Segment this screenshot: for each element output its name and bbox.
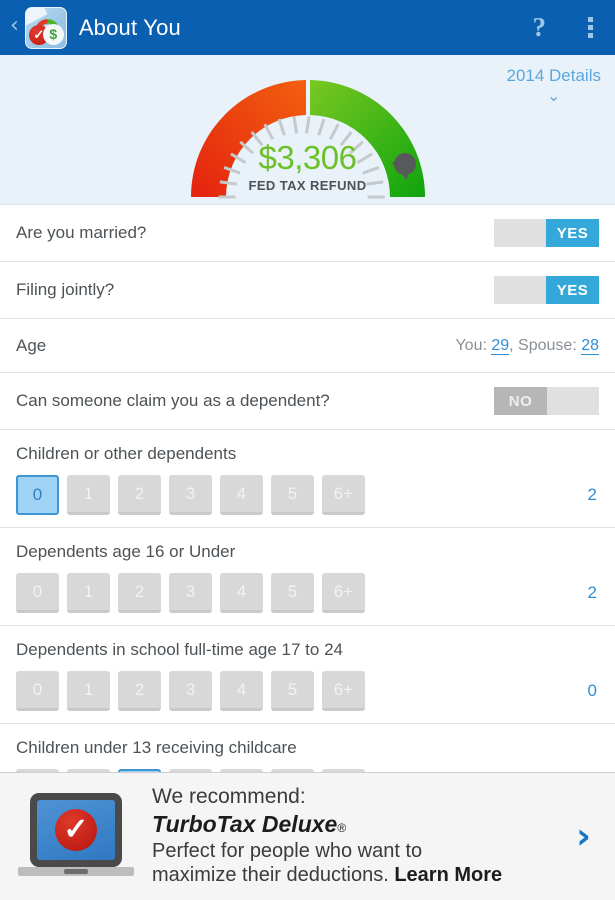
chip-group: 0 1 2 3 4 5 6+ xyxy=(16,671,365,711)
chip-option[interactable]: 1 xyxy=(67,573,110,613)
chip-option[interactable]: 4 xyxy=(220,671,263,711)
chip-option[interactable]: 4 xyxy=(220,475,263,515)
row-children-or-dependents: Children or other dependents 0 1 2 3 4 5… xyxy=(0,430,615,528)
app-bar: ‹ ✓ $ About You ? xyxy=(0,0,615,55)
chip-option[interactable]: 4 xyxy=(220,573,263,613)
chip-option[interactable]: 3 xyxy=(169,475,212,515)
promo-line-1: We recommend: xyxy=(152,785,562,810)
app-logo: ✓ $ xyxy=(25,7,67,49)
row-dependents-in-school: Dependents in school full-time age 17 to… xyxy=(0,626,615,724)
chip-group: 0 1 2 3 4 5 6+ xyxy=(16,573,365,613)
chip-option[interactable]: 1 xyxy=(67,475,110,515)
year-details-link[interactable]: 2014 Details ⌄ xyxy=(506,67,601,104)
refund-gauge-panel: 2014 Details ⌄ xyxy=(0,55,615,205)
gauge-arc xyxy=(173,67,443,207)
row-dependents-16-or-under: Dependents age 16 or Under 0 1 2 3 4 5 6… xyxy=(0,528,615,626)
chip-option[interactable]: 3 xyxy=(169,671,212,711)
laptop-with-check-icon: ✓ xyxy=(18,789,138,885)
back-icon[interactable]: ‹ xyxy=(8,15,23,40)
row-label: Filing jointly? xyxy=(16,280,114,300)
chip-option[interactable]: 0 xyxy=(16,573,59,613)
registered-mark: ® xyxy=(337,821,346,835)
spouse-age-value[interactable]: 28 xyxy=(581,337,599,355)
chip-option[interactable]: 2 xyxy=(118,573,161,613)
stepper-label: Dependents in school full-time age 17 to… xyxy=(16,640,599,660)
promo-product-name: TurboTax Deluxe xyxy=(152,811,337,837)
app-screen: ‹ ✓ $ About You ? 2014 Details ⌄ xyxy=(0,0,615,900)
help-icon[interactable]: ? xyxy=(533,14,547,41)
chip-option[interactable]: 6+ xyxy=(322,671,365,711)
stepper-total: 0 xyxy=(588,681,599,701)
stepper-total: 2 xyxy=(588,583,599,603)
promo-product: TurboTax Deluxe® xyxy=(152,810,562,839)
age-separator: , xyxy=(509,337,518,354)
chevron-right-icon[interactable]: › xyxy=(562,819,605,855)
chip-option[interactable]: 6+ xyxy=(322,573,365,613)
you-prefix: You: xyxy=(455,337,491,354)
stepper-line: 0 1 2 3 4 5 6+ 2 xyxy=(16,475,599,515)
chip-option[interactable]: 0 xyxy=(16,475,59,515)
dependent-toggle[interactable]: NO xyxy=(494,387,599,415)
stepper-total: 2 xyxy=(588,485,599,505)
stepper-line: 0 1 2 3 4 5 6+ 2 xyxy=(16,573,599,613)
stepper-label: Children or other dependents xyxy=(16,444,599,464)
spouse-prefix: Spouse: xyxy=(518,337,581,354)
you-age-value[interactable]: 29 xyxy=(491,337,509,355)
toggle-thumb: YES xyxy=(546,276,599,304)
chevron-down-icon: ⌄ xyxy=(506,87,601,105)
promo-line-3b-text: maximize their deductions. xyxy=(152,864,389,886)
promo-banner[interactable]: ✓ We recommend: TurboTax Deluxe® Perfect… xyxy=(0,772,615,900)
chip-option[interactable]: 5 xyxy=(271,573,314,613)
chip-option[interactable]: 5 xyxy=(271,671,314,711)
row-label: Can someone claim you as a dependent? xyxy=(16,391,330,411)
row-filing-jointly[interactable]: Filing jointly? YES xyxy=(0,262,615,319)
toggle-thumb: NO xyxy=(494,387,547,415)
logo-dollar-icon: $ xyxy=(43,24,64,45)
filing-jointly-toggle[interactable]: YES xyxy=(494,276,599,304)
chip-option[interactable]: 0 xyxy=(16,671,59,711)
learn-more-link[interactable]: Learn More xyxy=(394,864,502,886)
row-label: Age xyxy=(16,336,46,356)
promo-text: We recommend: TurboTax Deluxe® Perfect f… xyxy=(152,785,562,887)
married-toggle[interactable]: YES xyxy=(494,219,599,247)
chip-option[interactable]: 3 xyxy=(169,573,212,613)
age-values: You: 29, Spouse: 28 xyxy=(455,337,599,355)
form-list: Are you married? YES Filing jointly? YES… xyxy=(0,205,615,822)
row-age[interactable]: Age You: 29, Spouse: 28 xyxy=(0,319,615,373)
stepper-label: Children under 13 receiving childcare xyxy=(16,738,599,758)
stepper-line: 0 1 2 3 4 5 6+ 0 xyxy=(16,671,599,711)
gauge: $3,306 FED TAX REFUND xyxy=(173,67,443,207)
chip-option[interactable]: 5 xyxy=(271,475,314,515)
chip-option[interactable]: 2 xyxy=(118,671,161,711)
row-married[interactable]: Are you married? YES xyxy=(0,205,615,262)
year-details-label: 2014 Details xyxy=(506,66,601,85)
chip-option[interactable]: 2 xyxy=(118,475,161,515)
promo-line-3a: Perfect for people who want to xyxy=(152,839,562,863)
page-title: About You xyxy=(79,15,181,41)
promo-line-3b: maximize their deductions. Learn More xyxy=(152,863,562,887)
overflow-menu-icon[interactable] xyxy=(584,13,597,42)
toggle-thumb: YES xyxy=(546,219,599,247)
row-claimed-as-dependent[interactable]: Can someone claim you as a dependent? NO xyxy=(0,373,615,430)
stepper-label: Dependents age 16 or Under xyxy=(16,542,599,562)
chip-option[interactable]: 1 xyxy=(67,671,110,711)
chip-option[interactable]: 6+ xyxy=(322,475,365,515)
row-label: Are you married? xyxy=(16,223,146,243)
chip-group: 0 1 2 3 4 5 6+ xyxy=(16,475,365,515)
